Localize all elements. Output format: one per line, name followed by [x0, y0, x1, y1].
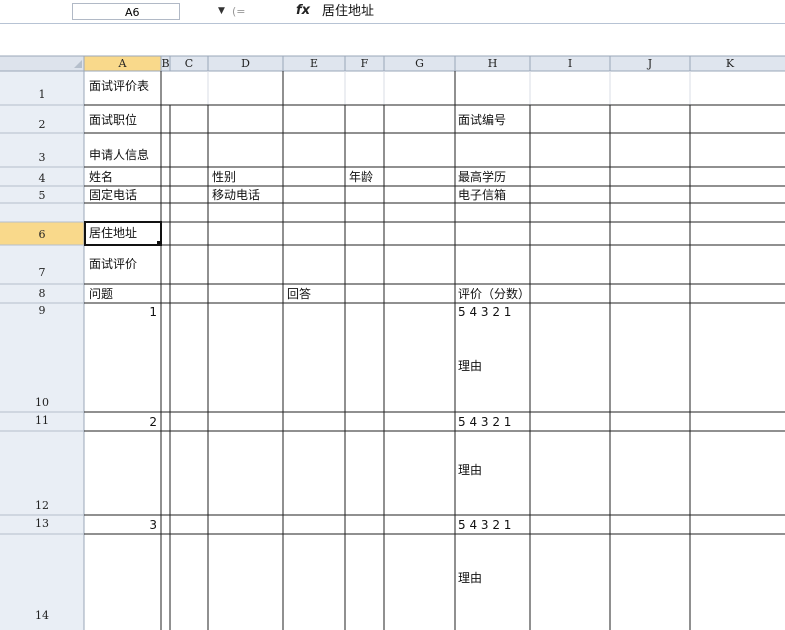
column-header-e[interactable]: E: [283, 56, 345, 72]
cell-a1[interactable]: 面试评价表: [89, 78, 149, 94]
cell-h11[interactable]: 5 4 3 2 1: [458, 414, 511, 430]
cell-d4[interactable]: 性别: [212, 169, 236, 185]
name-box-dropdown-icon[interactable]: ▼: [218, 3, 225, 20]
row-header-13[interactable]: 13: [0, 517, 84, 530]
insert-function-button[interactable]: fx: [296, 2, 310, 20]
cell-a2[interactable]: 面试职位: [89, 112, 137, 128]
cell-h2[interactable]: 面试编号: [458, 112, 506, 128]
row-header-7[interactable]: 7: [0, 266, 84, 279]
column-header-d[interactable]: D: [208, 56, 283, 72]
cell-a7[interactable]: 面试评价: [89, 256, 137, 272]
name-box[interactable]: A6: [72, 3, 180, 20]
cell-a13[interactable]: 3: [89, 517, 157, 533]
cell-a8[interactable]: 问题: [89, 286, 113, 302]
column-header-b[interactable]: B: [161, 56, 170, 72]
column-header-h[interactable]: H: [455, 56, 530, 72]
cell-h14[interactable]: 理由: [458, 570, 482, 586]
row-header-9[interactable]: 9: [0, 304, 84, 317]
column-header-f[interactable]: F: [345, 56, 384, 72]
cell-d5[interactable]: 移动电话: [212, 187, 260, 203]
cell-a4[interactable]: 姓名: [89, 169, 113, 185]
row-header-8[interactable]: 8: [0, 287, 84, 300]
column-header-k[interactable]: K: [690, 56, 770, 72]
row-header-6[interactable]: 6: [0, 228, 84, 241]
cell-a6[interactable]: 居住地址: [89, 225, 137, 241]
cell-h5[interactable]: 电子信箱: [458, 187, 506, 203]
cell-a3[interactable]: 申请人信息: [89, 147, 149, 163]
cell-e8[interactable]: 回答: [287, 286, 311, 302]
cell-h9[interactable]: 5 4 3 2 1: [458, 304, 511, 320]
column-header-g[interactable]: G: [384, 56, 455, 72]
row-header-14[interactable]: 14: [0, 609, 84, 622]
row-header-11[interactable]: 11: [0, 414, 84, 427]
formula-cancel-icon[interactable]: (=: [232, 3, 246, 20]
formula-bar: A6 ▼ (= fx 居住地址: [0, 0, 785, 24]
column-header-j[interactable]: J: [610, 56, 690, 72]
cell-h13[interactable]: 5 4 3 2 1: [458, 517, 511, 533]
row-header-1[interactable]: 1: [0, 88, 84, 101]
row-header-5[interactable]: 5: [0, 189, 84, 202]
row-header-2[interactable]: 2: [0, 118, 84, 131]
column-header-c[interactable]: C: [170, 56, 208, 72]
column-header-i[interactable]: I: [530, 56, 610, 72]
cell-h12[interactable]: 理由: [458, 462, 482, 478]
cell-h10[interactable]: 理由: [458, 358, 482, 374]
row-header-3[interactable]: 3: [0, 151, 84, 164]
row-header-12[interactable]: 12: [0, 499, 84, 512]
row-header-10[interactable]: 10: [0, 396, 84, 409]
cell-h8[interactable]: 评价（分数）: [458, 286, 530, 302]
column-header-a[interactable]: A: [84, 56, 161, 72]
cell-a9[interactable]: 1: [89, 304, 157, 320]
cell-a5[interactable]: 固定电话: [89, 187, 137, 203]
cell-a11[interactable]: 2: [89, 414, 157, 430]
cell-f4[interactable]: 年龄: [349, 169, 373, 185]
formula-input[interactable]: 居住地址: [322, 3, 374, 20]
cell-h4[interactable]: 最高学历: [458, 169, 506, 185]
row-header-4[interactable]: 4: [0, 172, 84, 185]
